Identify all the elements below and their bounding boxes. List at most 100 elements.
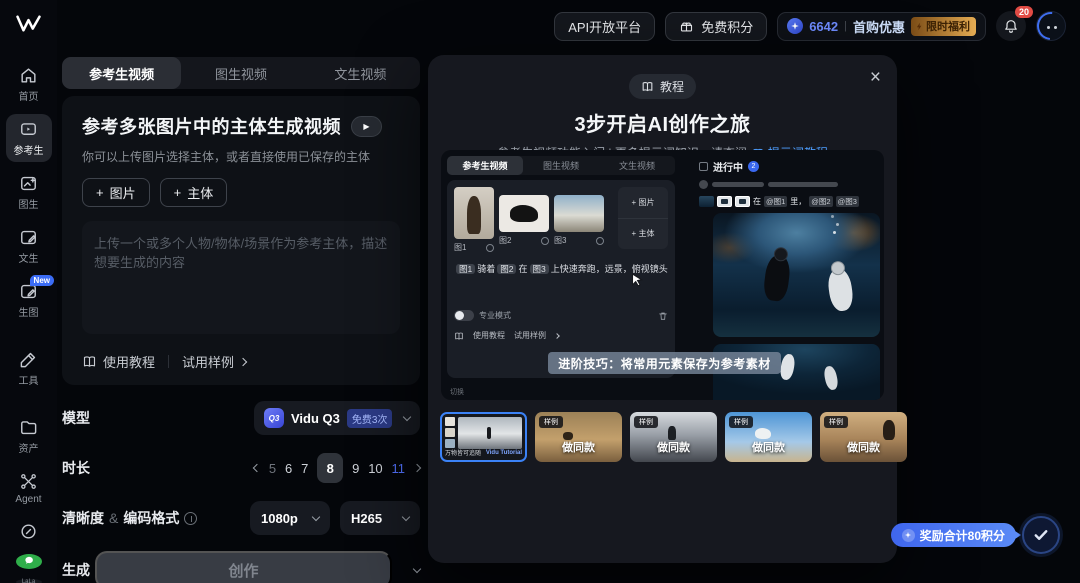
sidebar: 首页 参考生 图生 文生 New 生图 工具 资产 Agent LaLa 小红书 [0, 0, 57, 583]
sample-card-polar-bear[interactable]: 样例 做同款 [725, 412, 812, 462]
result-caption-row: 在 @图1 里， @图2 @图3 [699, 196, 884, 207]
sidebar-item-text-to-video[interactable]: 文生 [6, 222, 52, 270]
folder-icon [19, 418, 38, 437]
mini-tabbar: 参考生视频 图生视频 文生视频 [447, 156, 675, 175]
sidebar-item-home[interactable]: 首页 [6, 60, 52, 108]
sidebar-item-agent[interactable]: Agent [6, 466, 52, 510]
sidebar-item-image-to-video[interactable]: 图生 [6, 168, 52, 216]
lala-social-icon[interactable]: LaLa [16, 579, 42, 583]
lala-label: LaLa [22, 579, 35, 583]
add-image-button[interactable]: + 图片 [82, 178, 150, 207]
tab-text-video[interactable]: 文生视频 [301, 57, 420, 89]
duration-option[interactable]: 6 [285, 461, 292, 476]
checkin-button[interactable] [1022, 516, 1060, 554]
make-same-label: 做同款 [820, 439, 907, 455]
chevron-left-icon[interactable] [253, 464, 261, 472]
chevron-right-icon[interactable] [413, 464, 421, 472]
duration-option[interactable]: 7 [301, 461, 308, 476]
sidebar-item-label: 图生 [19, 196, 39, 211]
prompt-text: 上快速奔跑，远景，俯视镜头 [551, 264, 668, 274]
thumb-label: 图3 [554, 235, 566, 246]
advanced-tip-overlay: 进阶技巧：将常用元素保存为参考素材 [548, 352, 781, 374]
text-to-video-icon [19, 228, 38, 247]
mini-tab-reference: 参考生视频 [447, 156, 523, 175]
duration-option-selected[interactable]: 8 [317, 453, 343, 483]
chevron-down-icon [402, 512, 410, 520]
divers-video-preview [713, 213, 880, 337]
create-button[interactable]: 创作 [95, 551, 392, 583]
sidebar-item-image-gen[interactable]: New 生图 [6, 276, 52, 324]
reward-bubble[interactable]: 奖励合计80积分 [891, 523, 1016, 547]
tutorial-link[interactable]: 使用教程 [82, 352, 155, 371]
sidebar-item-label: 文生 [19, 250, 39, 265]
prompt-tag: 图3 [530, 264, 549, 274]
sample-card-canyon[interactable]: 样例 做同款 [820, 412, 907, 462]
sample-badge: 样例 [729, 416, 753, 428]
info-icon[interactable] [184, 512, 197, 525]
result-thumb [735, 196, 750, 207]
reference-image-1-cowboy [454, 187, 494, 239]
new-badge: New [30, 275, 54, 286]
model-select[interactable]: Q3 Vidu Q3 免费3次 [254, 401, 420, 435]
duration-option[interactable]: 9 [352, 461, 359, 476]
duration-option[interactable]: 11 [392, 461, 406, 476]
try-sample-link[interactable]: 试用样例 [182, 352, 246, 371]
sample-card-desert[interactable]: 样例 做同款 [535, 412, 622, 462]
card-brand: Vidu Tutorial [486, 450, 522, 456]
credits-pill[interactable]: 6642 | 首购优惠 限时福利 [777, 12, 986, 41]
sidebar-item-assets[interactable]: 资产 [6, 412, 52, 460]
sidebar-item-label: 首页 [19, 88, 39, 103]
codec-select[interactable]: H265 [340, 501, 420, 535]
sidebar-item-label: Agent [15, 494, 41, 505]
add-subject-button[interactable]: + 主体 [160, 178, 228, 207]
avatar[interactable] [1036, 11, 1066, 41]
caption-tag: @图1 [764, 196, 787, 207]
resolution-select[interactable]: 1080p [250, 501, 330, 535]
duration-option[interactable]: 5 [269, 461, 276, 476]
wechat-icon[interactable] [16, 554, 42, 569]
mini-sample-label: 试用样例 [514, 330, 546, 341]
duration-label: 时长 [62, 458, 90, 478]
prompt-textarea[interactable] [82, 221, 400, 334]
footer-divider [168, 355, 169, 368]
sidebar-item-reference-gen[interactable]: 参考生 [6, 114, 52, 162]
reference-video-icon [19, 120, 38, 139]
first-purchase-promo[interactable]: 首购优惠 [853, 17, 905, 36]
topbar-divider: | [844, 20, 847, 32]
sample-card-city[interactable]: 样例 做同款 [630, 412, 717, 462]
sidebar-item-tools[interactable]: 工具 [6, 344, 52, 392]
mini-add-column: + 图片 + 主体 [618, 187, 668, 249]
duration-option[interactable]: 10 [368, 461, 382, 476]
mini-add-image-button: + 图片 [618, 187, 668, 218]
coin-icon [902, 529, 915, 542]
mini-add-subject-button: + 主体 [618, 218, 668, 250]
plus-icon: + [174, 185, 182, 200]
swap-icon [486, 244, 494, 252]
sidebar-item-label: 参考生 [14, 142, 44, 157]
vidu-q3-icon: Q3 [264, 408, 284, 428]
api-platform-button[interactable]: API开放平台 [554, 12, 655, 41]
reward-label: 奖励合计80积分 [920, 527, 1005, 544]
sidebar-item-feedback[interactable] [6, 516, 52, 546]
quality-label: 清晰度 [62, 508, 104, 528]
play-intro-button[interactable]: ▶ [351, 116, 382, 137]
tab-reference-video[interactable]: 参考生视频 [62, 57, 181, 89]
free-credits-button[interactable]: 免费积分 [665, 12, 767, 41]
resolution-value: 1080p [261, 511, 298, 526]
play-icon: ▶ [363, 122, 369, 131]
limited-time-label: 限时福利 [926, 18, 970, 34]
checkbox-icon [699, 162, 708, 171]
card-mountain-scene [458, 417, 522, 449]
tab-image-video[interactable]: 图生视频 [181, 57, 300, 89]
close-icon[interactable]: × [870, 67, 881, 89]
notifications-button[interactable]: 20 [996, 11, 1026, 41]
tutorial-card-selected[interactable]: 万物皆可追随 Vidu Tutorial [440, 412, 527, 462]
tools-icon [19, 350, 38, 369]
sample-badge: 样例 [634, 416, 658, 428]
bubbles [833, 231, 836, 234]
book-icon [641, 80, 654, 93]
caption-text: 在 [753, 196, 761, 207]
caption-tag: @图3 [836, 196, 859, 207]
book-icon [82, 354, 97, 369]
reference-image-3-landscape [554, 195, 604, 232]
